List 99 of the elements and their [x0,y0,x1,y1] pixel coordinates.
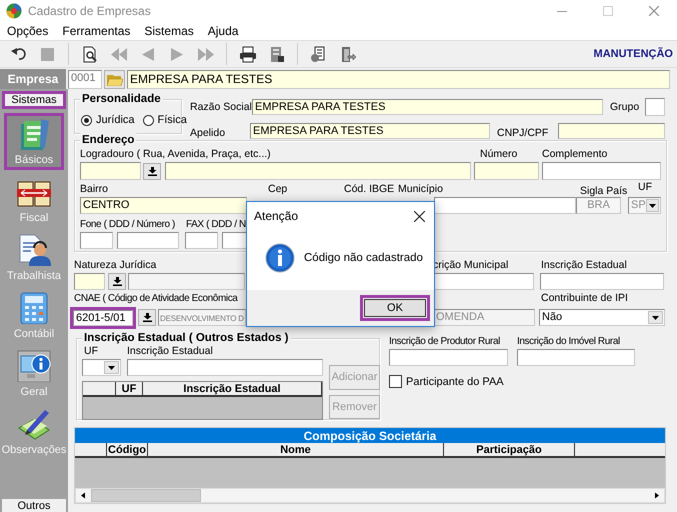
column-header[interactable]: Inscrição Estadual [143,382,322,397]
column-header[interactable]: Participação [444,443,575,458]
field-label: Município [398,183,443,195]
field-label: Apelido [190,127,226,139]
municipio-field[interactable] [434,197,576,214]
menu-item[interactable]: Ferramentas [62,24,130,38]
numero-field[interactable] [474,162,539,180]
section-header: Composição Societária [75,428,665,443]
menu-item[interactable]: Ajuda [208,24,238,38]
bairro-field[interactable]: CENTRO [80,197,247,214]
complemento-field[interactable] [542,162,661,180]
app-icon [6,3,22,19]
apelido-field[interactable]: EMPRESA PARA TESTES [250,122,490,138]
field-label: Inscrição Estadual [541,259,627,272]
dialog-message: Código não cadastrado [304,252,423,264]
blank-header [83,382,116,397]
razao-social-field[interactable]: EMPRESA PARA TESTES [252,99,603,115]
menu-item[interactable]: Opções [7,24,48,38]
cnpj-field[interactable] [558,122,665,138]
field-label: Cep [268,183,288,195]
info-icon [265,243,295,273]
field-label: Bairro [80,183,108,195]
company-name-field[interactable]: EMPRESA PARA TESTES [127,70,670,88]
cep-code-field[interactable] [80,162,141,180]
field-label: Contribuinte de IPI [541,292,628,305]
first-record-icon [110,46,128,62]
field-label: Fone ( DDD / Número ) [80,219,175,230]
lookup-button[interactable] [143,162,161,180]
uf-dropdown[interactable] [82,359,121,376]
inscricao-estadual-field[interactable] [540,273,664,290]
minimize-icon[interactable] [557,10,567,12]
ipi-dropdown[interactable]: Não [539,309,665,326]
report-icon [310,46,328,62]
natureza-code-field[interactable] [74,273,105,290]
download-icon [148,166,156,176]
download-icon [112,277,122,286]
field-label: CNPJ/CPF [497,127,548,139]
dropdown-arrow-icon [648,204,656,208]
column-header[interactable]: Código [107,443,148,458]
print-preview-icon [80,46,98,62]
radio-button[interactable]: Física [142,114,187,126]
phone-field[interactable] [117,232,179,249]
inscricao-municipal-field[interactable] [432,273,534,290]
window-title: Cadastro de Empresas [28,4,152,18]
group-title: Inscrição Estadual ( Outros Estados ) [82,331,290,345]
column-header[interactable]: UF [116,382,143,397]
menu-item[interactable]: Sistemas [144,24,194,38]
sidebar-footer[interactable]: Outros [2,499,66,512]
field-label: Sigla País [580,185,628,197]
field-label: Número [480,148,518,160]
stop-icon [38,46,56,62]
lookup-button[interactable] [138,309,156,326]
monitor-info-icon [17,350,51,382]
field-label: Inscrição de Produtor Rural [389,336,500,347]
paa-checkbox[interactable]: Participante do PAA [389,375,635,388]
field-label: Grupo [610,100,640,112]
code-field[interactable]: 0001 [68,70,102,88]
field-label: Logradouro ( Rua, Avenida, Praça, etc...) [80,148,271,160]
inscricao-estadual-field[interactable] [127,359,323,376]
phone-area-field[interactable] [80,232,113,249]
field-label: Razão Social [190,100,252,112]
fax-area-field[interactable] [185,232,218,249]
mode-label: MANUTENÇÃO [594,48,673,60]
undo-icon [10,46,28,62]
column-header[interactable]: Nome [148,443,444,458]
person-document-icon [17,234,51,266]
dropdown-arrow-icon [108,366,115,370]
natureza-field[interactable] [128,273,245,290]
field-label: Inscrição Estadual [127,345,213,358]
dialog-title: Atenção [254,209,300,223]
cnae-description-field[interactable]: DESENVOLVIMENTO D [158,309,246,326]
open-button[interactable] [104,70,125,88]
field-label: Inscrição do Imóvel Rural [517,335,620,348]
logradouro-field[interactable] [165,162,471,180]
sidebar-header[interactable]: Sistemas [2,91,66,109]
field-label: FAX ( DDD / N [186,218,246,231]
field-label: Complemento [542,148,608,161]
section-label: Empresa [0,69,66,89]
grupo-field[interactable] [645,98,665,116]
blank-header [75,443,107,458]
field-label: UF [83,345,98,357]
horizontal-scrollbar[interactable] [75,488,665,503]
field-label: Cód. IBGE [344,183,394,195]
field-label: Natureza Jurídica [74,259,156,271]
print-icon [238,46,256,62]
close-icon[interactable] [414,210,425,222]
field-label: UF [638,181,652,194]
download-icon [142,313,152,322]
lookup-button[interactable] [108,273,126,290]
pencil-icon [17,408,51,440]
fax-field[interactable] [222,232,247,249]
group-title: Endereço [80,133,136,147]
produtor-rural-field[interactable] [389,349,508,366]
folder-icon [106,72,122,86]
field-label: CNAE ( Código de Atividade Econômica [74,293,238,304]
radio-button[interactable]: Jurídica [81,114,135,126]
last-record-icon [196,46,214,62]
imovel-rural-field[interactable] [517,349,635,366]
dropdown-arrow-icon [652,316,659,320]
